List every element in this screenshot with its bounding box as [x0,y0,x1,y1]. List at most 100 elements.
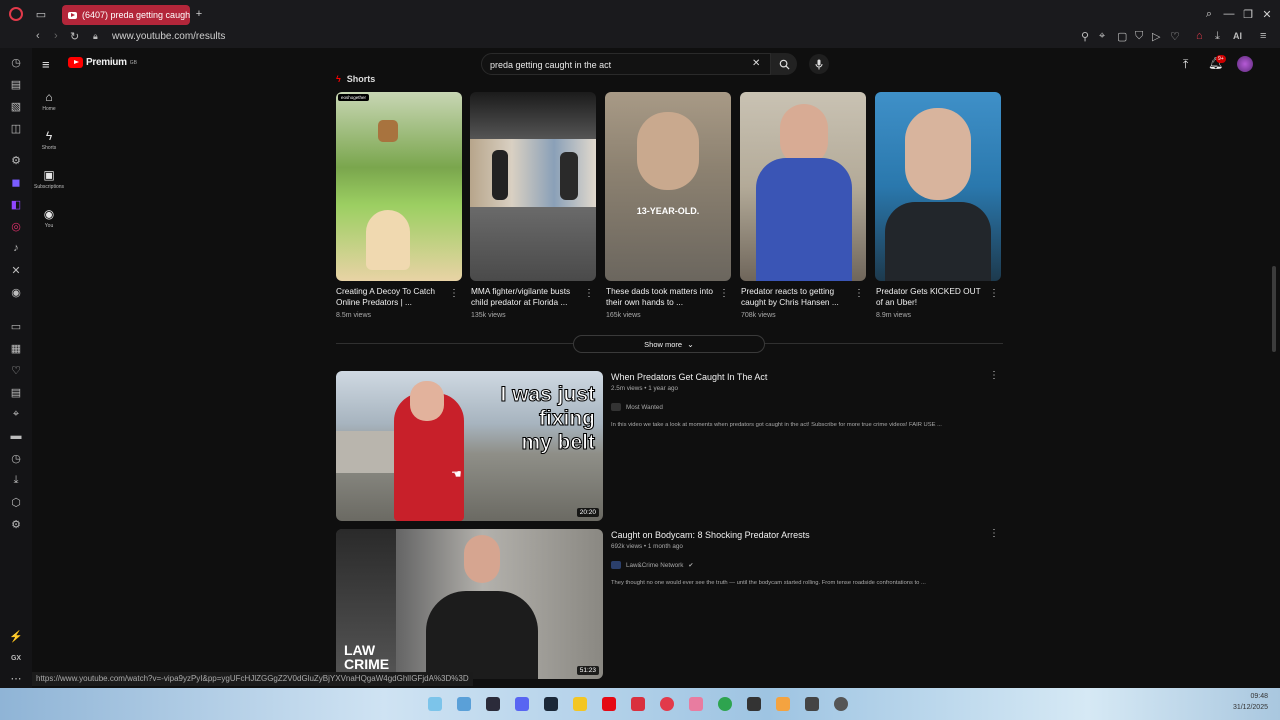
snapshot-icon[interactable]: ▢ [1117,30,1127,43]
tab-youtube-search[interactable]: (6407) preda getting caught [62,5,190,25]
short-title[interactable]: Predator Gets KICKED OUT of an Uber! [876,286,986,308]
gx-label[interactable]: GX [8,650,24,666]
cube-icon[interactable]: ⬡ [8,494,24,510]
instagram-icon[interactable]: ◎ [8,218,24,234]
clock-time[interactable]: 09:48 [1224,693,1268,700]
search-tabs-icon[interactable]: ⌕ [1202,7,1216,21]
app-icon[interactable]: ◼ [8,174,24,190]
heart-icon[interactable]: ♡ [1170,30,1180,43]
news-icon[interactable]: ▤ [8,384,24,400]
forward-icon[interactable]: › [54,30,58,42]
taskbar-app-icon[interactable] [747,697,761,711]
more-options-icon[interactable]: ⋮ [989,289,999,299]
channel-link[interactable]: Law&Crime Network ✔ [611,561,693,569]
steam-taskbar-icon[interactable] [544,697,558,711]
taskbar-app-icon[interactable] [573,697,587,711]
more-options-icon[interactable]: ⋮ [989,529,999,539]
x-icon[interactable]: ✕ [8,262,24,278]
clock-date[interactable]: 31/12/2025 [1224,704,1268,711]
tiktok-icon[interactable]: ♪ [8,240,24,256]
battery-icon[interactable]: ▷ [1152,30,1160,43]
hotkeys-icon[interactable]: ⚡ [8,628,24,644]
ai-button[interactable]: AI [1233,31,1242,41]
guide-subscriptions[interactable]: ▣ Subscriptions [30,168,68,190]
short-title[interactable]: Predator reacts to getting caught by Chr… [741,286,851,308]
more-options-icon[interactable]: ⋮ [449,289,459,299]
more-options-icon[interactable]: ⋮ [854,289,864,299]
discord-icon[interactable]: ◉ [8,284,24,300]
opera-logo-icon[interactable] [9,7,23,21]
avatar[interactable] [1237,56,1253,72]
close-window-icon[interactable]: ✕ [1260,7,1274,21]
wallet-icon[interactable]: ⌂ [1196,30,1203,42]
clear-search-icon[interactable]: ✕ [752,58,760,69]
short-thumbnail[interactable] [470,92,596,281]
more-options-icon[interactable]: ⋮ [584,289,594,299]
video-title[interactable]: Caught on Bodycam: 8 Shocking Predator A… [611,530,810,540]
taskbar-app-icon[interactable] [776,697,790,711]
favorites-icon[interactable]: ♡ [8,362,24,378]
back-icon[interactable]: ‹ [36,30,40,42]
guide-home[interactable]: ⌂ Home [36,90,62,112]
short-thumbnail[interactable]: eoshogether [336,92,462,281]
channel-link[interactable]: Most Wanted [611,403,663,411]
taskbar-app-icon[interactable] [718,697,732,711]
twitch-icon[interactable]: ◧ [8,196,24,212]
wallet-side-icon[interactable]: ▭ [8,318,24,334]
shield-icon[interactable]: ⛉ [1135,30,1143,43]
minimize-icon[interactable]: — [1222,7,1236,21]
video-thumbnail[interactable]: LAW CRIME 51:23 [336,529,603,679]
workspaces-icon[interactable]: ▭ [34,7,48,21]
reload-icon[interactable]: ↻ [70,30,79,43]
search-button[interactable] [771,53,797,75]
short-title[interactable]: These dads took matters into their own h… [606,286,716,308]
taskbar-app-icon[interactable] [805,697,819,711]
pin-icon[interactable]: ⌖ [1099,30,1105,43]
short-thumbnail[interactable] [875,92,1001,281]
taskbar-app-icon[interactable] [428,697,442,711]
gx-mods-icon[interactable]: ▬ [8,428,24,444]
scrollbar-thumb[interactable] [1272,266,1276,352]
short-title[interactable]: MMA fighter/vigilante busts child predat… [471,286,581,308]
youtube-logo[interactable]: Premium GB [68,57,137,68]
guide-shorts[interactable]: ϟ Shorts [36,129,62,151]
voice-search-button[interactable] [809,54,829,74]
download-icon[interactable]: ⤓ [1215,30,1220,43]
upload-icon[interactable]: ⤒ [1183,57,1188,72]
settings-icon[interactable]: ⚙ [8,516,24,532]
opera-taskbar-icon[interactable] [660,697,674,711]
more-icon[interactable]: ⋯ [8,670,24,686]
history-icon[interactable]: ◷ [8,54,24,70]
taskbar-app-icon[interactable] [834,697,848,711]
video-title[interactable]: When Predators Get Caught In The Act [611,372,767,382]
taskbar-app-icon[interactable] [486,697,500,711]
show-more-button[interactable]: Show more ⌄ [573,335,765,353]
search-input[interactable]: preda getting caught in the act [481,53,771,75]
short-thumbnail[interactable]: 13-YEAR-OLD. [605,92,731,281]
extensions-icon[interactable]: ▦ [8,340,24,356]
more-options-icon[interactable]: ⋮ [989,371,999,381]
maximize-icon[interactable]: ❐ [1241,7,1255,21]
zoom-icon[interactable]: ⚲ [1081,30,1089,43]
short-thumbnail[interactable] [740,92,866,281]
taskbar-app-icon[interactable] [631,697,645,711]
taskbar-app-icon[interactable] [457,697,471,711]
taskbar-app-icon[interactable] [689,697,703,711]
menu-icon[interactable]: ≡ [1260,30,1266,42]
messenger-icon[interactable]: ◫ [8,120,24,136]
pinboard-icon[interactable]: ⌖ [8,406,24,422]
clock-icon[interactable]: ◷ [8,450,24,466]
gx-control-icon[interactable]: ▤ [8,76,24,92]
new-tab-icon[interactable]: + [192,7,206,21]
more-options-icon[interactable]: ⋮ [719,289,729,299]
chatgpt-icon[interactable]: ⚙ [8,152,24,168]
gx-corner-icon[interactable]: ▧ [8,98,24,114]
video-thumbnail[interactable]: I was just fixing my belt 20:20 [336,371,603,521]
short-title[interactable]: Creating A Decoy To Catch Online Predato… [336,286,446,308]
downloads-side-icon[interactable]: ⤓ [8,472,24,488]
netflix-taskbar-icon[interactable] [602,697,616,711]
guide-you[interactable]: ◉ You [36,207,62,229]
discord-taskbar-icon[interactable] [515,697,529,711]
url-field[interactable]: www.youtube.com/results [112,31,225,42]
guide-menu-icon[interactable]: ≡ [42,57,50,72]
